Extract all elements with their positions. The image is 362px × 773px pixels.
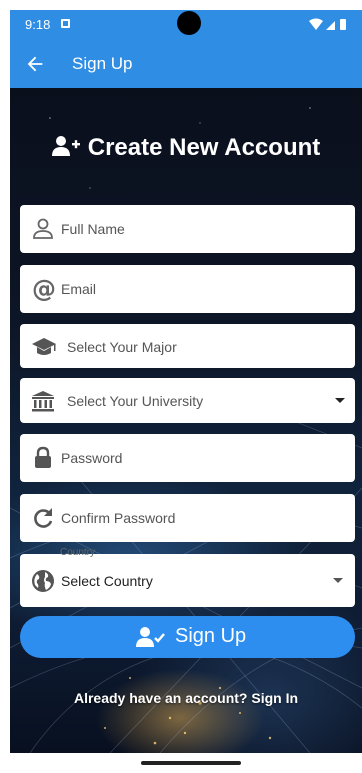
major-select[interactable]: Select Your Major	[20, 324, 355, 368]
phone-screen: 9:18 Sign Up Create New Account Full Nam…	[10, 10, 362, 773]
notification-icon	[61, 19, 70, 28]
chevron-down-icon	[333, 578, 343, 583]
status-bar: 9:18	[10, 10, 362, 40]
major-placeholder: Select Your Major	[67, 339, 177, 355]
country-value: Select Country	[61, 573, 153, 589]
graduation-cap-icon	[32, 338, 56, 355]
camera-cutout	[177, 11, 201, 35]
app-bar-title: Sign Up	[72, 54, 133, 73]
lock-icon	[35, 446, 51, 468]
page-heading: Create New Account	[10, 134, 362, 162]
email-placeholder: Email	[61, 281, 97, 297]
back-arrow-icon[interactable]	[24, 53, 46, 75]
country-select[interactable]: Country Select Country	[20, 547, 355, 607]
confirm-password-placeholder: Confirm Password	[61, 510, 176, 526]
person-icon	[33, 218, 53, 239]
email-field[interactable]: @ Email	[20, 265, 355, 313]
globe-icon	[32, 570, 54, 592]
sign-up-button-label: Sign Up	[175, 625, 247, 647]
sign-up-button[interactable]: Sign Up	[20, 616, 355, 658]
country-label: Country	[60, 547, 96, 558]
navigation-bar	[10, 753, 362, 773]
status-icons	[308, 18, 348, 32]
status-time: 9:18	[25, 17, 51, 32]
chevron-down-icon	[335, 398, 345, 403]
app-bar: Sign Up	[10, 40, 362, 88]
at-icon: @	[32, 277, 55, 301]
svg-text:@: @	[32, 277, 55, 301]
university-placeholder: Select Your University	[67, 393, 204, 409]
redo-icon	[34, 508, 53, 528]
password-field[interactable]: Password	[20, 434, 355, 482]
confirm-password-field[interactable]: Confirm Password	[20, 494, 355, 542]
wifi-icon	[309, 18, 323, 30]
signup-form-area: Create New Account Full Name @ Email Sel…	[10, 88, 362, 753]
full-name-placeholder: Full Name	[61, 221, 125, 237]
heading-text: Create New Account	[87, 134, 321, 161]
password-placeholder: Password	[61, 450, 123, 466]
home-gesture-handle[interactable]	[141, 761, 241, 765]
battery-icon	[340, 19, 346, 30]
signal-icon	[326, 21, 335, 30]
full-name-field[interactable]: Full Name	[20, 205, 355, 253]
university-select[interactable]: Select Your University	[20, 378, 355, 423]
user-check-icon	[136, 627, 165, 647]
sign-in-link[interactable]: Already have an account? Sign In	[10, 690, 362, 706]
university-icon	[32, 391, 54, 412]
add-user-icon	[51, 136, 80, 156]
